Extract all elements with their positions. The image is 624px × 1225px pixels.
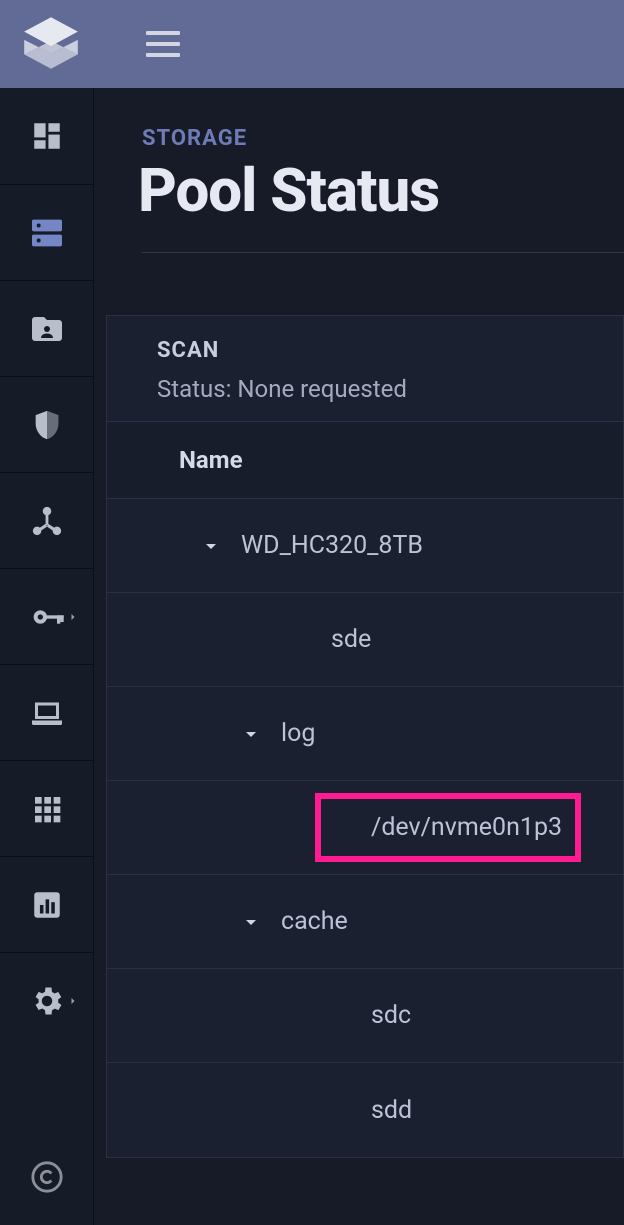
tree-node-label: cache: [281, 907, 348, 936]
folder-person-icon: [29, 311, 65, 347]
chevron-right-icon: [67, 611, 79, 623]
sidebar-footer[interactable]: [0, 1129, 94, 1225]
sidebar-item-shares[interactable]: [0, 280, 94, 376]
dashboard-icon: [30, 119, 64, 153]
menu-toggle-button[interactable]: [146, 24, 186, 64]
tree-node-label: log: [281, 719, 315, 748]
pool-tree: WD_HC320_8TBsde log/dev/nvme0n1p3 cache sdc…: [107, 499, 623, 1157]
shield-icon: [30, 408, 64, 442]
pool-status-panel: SCAN Status: None requested Name WD_HC32…: [106, 315, 624, 1158]
main-content: STORAGE Pool Status SCAN Status: None re…: [94, 88, 624, 1225]
key-icon: [27, 597, 67, 637]
scan-status-text: Status: None requested: [107, 375, 623, 422]
tree-node-label: sdc: [371, 1001, 411, 1030]
app-logo: [18, 11, 84, 77]
scan-section-label: SCAN: [107, 316, 623, 375]
sidebar-item-system[interactable]: [0, 952, 94, 1048]
sidebar-item-reporting[interactable]: [0, 856, 94, 952]
copyright-icon: [30, 1160, 64, 1194]
tree-row: sdd: [107, 1063, 623, 1157]
tree-node-label: sde: [331, 625, 371, 654]
expand-chevron-icon[interactable]: [239, 910, 263, 934]
share-icon: [30, 504, 64, 538]
sidebar: [0, 88, 94, 1225]
sidebar-item-data-protection[interactable]: [0, 376, 94, 472]
tree-node-label: /dev/nvme0n1p3: [371, 813, 562, 842]
top-bar: [0, 0, 624, 88]
sidebar-item-dashboard[interactable]: [0, 88, 94, 184]
sidebar-item-credentials[interactable]: [0, 568, 94, 664]
chevron-right-icon: [67, 995, 79, 1007]
sidebar-item-virtualization[interactable]: [0, 664, 94, 760]
tree-row[interactable]: log: [107, 687, 623, 781]
expand-chevron-icon[interactable]: [199, 534, 223, 558]
tree-row: /dev/nvme0n1p3: [107, 781, 623, 875]
expand-chevron-icon[interactable]: [239, 722, 263, 746]
gear-icon: [29, 983, 65, 1019]
tree-row[interactable]: cache: [107, 875, 623, 969]
apps-grid-icon: [31, 793, 63, 825]
tree-node-label: WD_HC320_8TB: [241, 531, 423, 560]
tree-row: sde: [107, 593, 623, 687]
tree-row[interactable]: WD_HC320_8TB: [107, 499, 623, 593]
storage-icon: [27, 213, 67, 253]
title-divider: [142, 252, 624, 253]
sidebar-item-apps[interactable]: [0, 760, 94, 856]
breadcrumb-overline: STORAGE: [142, 126, 624, 151]
laptop-icon: [29, 695, 65, 731]
page-title: Pool Status: [138, 155, 624, 226]
bar-chart-icon: [30, 888, 64, 922]
sidebar-item-network[interactable]: [0, 472, 94, 568]
tree-row: sdc: [107, 969, 623, 1063]
sidebar-item-storage[interactable]: [0, 184, 94, 280]
tree-node-label: sdd: [371, 1096, 412, 1125]
column-header-name: Name: [107, 422, 623, 499]
